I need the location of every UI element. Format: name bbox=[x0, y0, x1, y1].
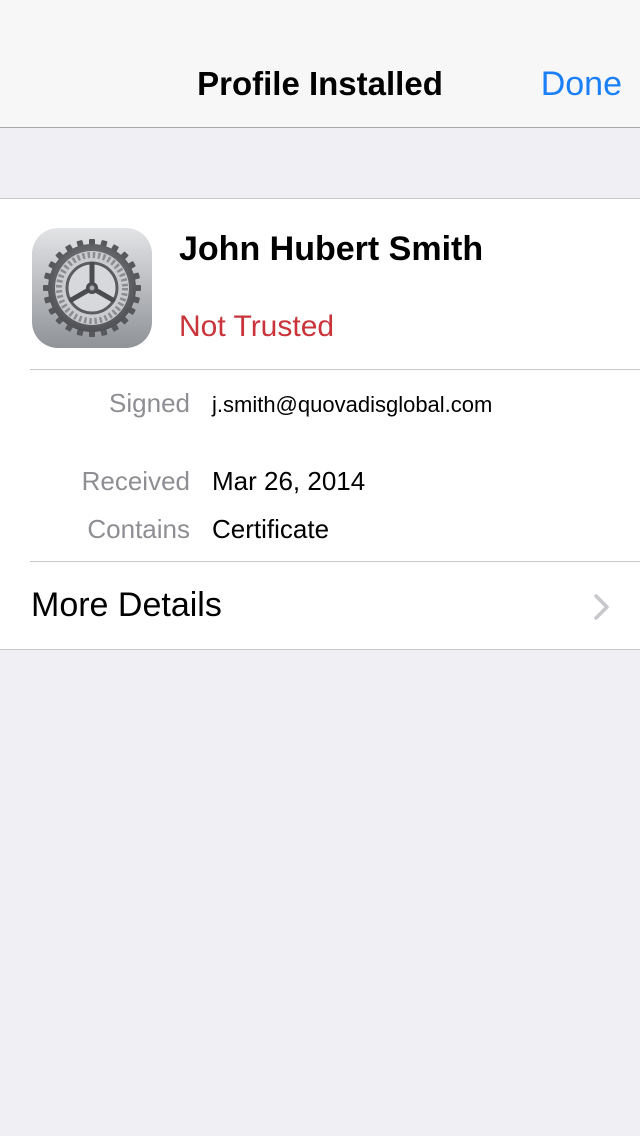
trust-status-label: Not Trusted bbox=[179, 310, 335, 343]
contains-value: Certificate bbox=[212, 514, 330, 544]
settings-gear-icon bbox=[32, 228, 152, 348]
received-value: Mar 26, 2014 bbox=[212, 466, 366, 496]
navigation-bar: Profile Installed Done bbox=[0, 0, 640, 128]
done-button[interactable]: Done bbox=[541, 62, 622, 106]
contains-label: Contains bbox=[87, 514, 190, 544]
signed-label: Signed bbox=[109, 388, 190, 418]
separator bbox=[30, 369, 640, 370]
chevron-right-icon bbox=[594, 594, 609, 620]
profile-name: John Hubert Smith bbox=[179, 230, 484, 268]
signed-value: j.smith@quovadisglobal.com bbox=[212, 392, 493, 417]
more-details-label: More Details bbox=[31, 586, 222, 624]
more-details-row[interactable]: More Details bbox=[0, 562, 640, 650]
profile-card: John Hubert Smith Not Trusted Signed j.s… bbox=[0, 198, 640, 650]
received-label: Received bbox=[81, 466, 190, 496]
